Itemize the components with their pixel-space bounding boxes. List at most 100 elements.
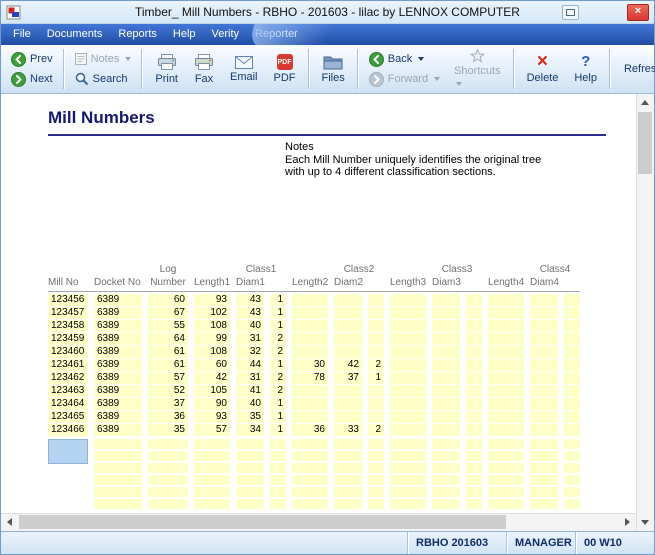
table-cell-empty[interactable] xyxy=(94,451,142,461)
table-cell[interactable] xyxy=(292,333,328,345)
table-cell-empty[interactable] xyxy=(432,451,460,461)
table-cell[interactable] xyxy=(488,424,524,436)
table-cell[interactable]: 6389 xyxy=(94,424,142,436)
table-cell[interactable] xyxy=(466,398,482,410)
table-cell[interactable]: 6389 xyxy=(94,359,142,371)
table-cell[interactable]: 2 xyxy=(270,346,286,358)
table-cell[interactable]: 67 xyxy=(148,307,188,319)
table-cell[interactable]: 6389 xyxy=(94,385,142,397)
table-cell[interactable] xyxy=(432,346,460,358)
table-cell[interactable] xyxy=(390,307,426,319)
table-cell[interactable] xyxy=(292,398,328,410)
table-cell-empty[interactable] xyxy=(488,487,524,497)
fax-button[interactable]: Fax xyxy=(186,46,222,92)
table-cell[interactable] xyxy=(390,398,426,410)
table-cell-empty[interactable] xyxy=(236,439,264,449)
table-cell[interactable] xyxy=(368,294,384,306)
selected-mill-no-cell[interactable] xyxy=(48,439,88,464)
table-cell-empty[interactable] xyxy=(94,439,142,449)
table-cell[interactable]: 43 xyxy=(236,294,264,306)
table-cell[interactable] xyxy=(390,385,426,397)
table-cell-empty[interactable] xyxy=(194,487,230,497)
table-cell[interactable] xyxy=(466,411,482,423)
table-cell[interactable] xyxy=(530,294,558,306)
table-cell[interactable]: 30 xyxy=(292,359,328,371)
menu-reports[interactable]: Reports xyxy=(110,24,165,45)
shortcuts-button[interactable]: Shortcuts xyxy=(446,46,508,92)
table-cell[interactable] xyxy=(488,398,524,410)
table-cell-empty[interactable] xyxy=(368,451,384,461)
vertical-scroll-thumb[interactable] xyxy=(638,112,652,174)
help-button[interactable]: ? Help xyxy=(566,46,605,92)
table-cell[interactable] xyxy=(530,320,558,332)
table-cell-empty[interactable] xyxy=(368,439,384,449)
table-cell[interactable]: 102 xyxy=(194,307,230,319)
table-cell[interactable]: 37 xyxy=(334,372,362,384)
table-cell-empty[interactable] xyxy=(292,499,328,509)
table-cell[interactable] xyxy=(530,424,558,436)
table-cell-empty[interactable] xyxy=(292,463,328,473)
table-cell-empty[interactable] xyxy=(432,487,460,497)
table-cell[interactable] xyxy=(488,372,524,384)
table-cell[interactable]: 6389 xyxy=(94,346,142,358)
table-cell[interactable]: 61 xyxy=(148,346,188,358)
table-cell[interactable]: 123462 xyxy=(48,372,88,384)
table-cell[interactable]: 64 xyxy=(148,333,188,345)
table-cell[interactable] xyxy=(564,333,580,345)
table-cell-empty[interactable] xyxy=(466,463,482,473)
table-cell-empty[interactable] xyxy=(236,499,264,509)
notes-button[interactable]: Notes xyxy=(71,51,136,68)
table-cell[interactable] xyxy=(292,294,328,306)
table-cell-empty[interactable] xyxy=(148,499,188,509)
table-cell-empty[interactable] xyxy=(236,475,264,485)
table-cell-empty[interactable] xyxy=(466,487,482,497)
table-cell-empty[interactable] xyxy=(236,487,264,497)
table-cell[interactable] xyxy=(530,372,558,384)
table-cell[interactable] xyxy=(466,372,482,384)
table-cell[interactable]: 36 xyxy=(292,424,328,436)
table-cell-empty[interactable] xyxy=(466,439,482,449)
table-cell[interactable] xyxy=(488,320,524,332)
table-cell-empty[interactable] xyxy=(194,439,230,449)
table-cell[interactable] xyxy=(466,359,482,371)
table-cell[interactable]: 2 xyxy=(270,333,286,345)
table-cell-empty[interactable] xyxy=(488,463,524,473)
table-cell[interactable] xyxy=(334,411,362,423)
table-cell-empty[interactable] xyxy=(564,499,580,509)
table-cell[interactable]: 2 xyxy=(270,372,286,384)
table-cell[interactable] xyxy=(390,320,426,332)
table-cell[interactable] xyxy=(368,346,384,358)
table-cell[interactable]: 6389 xyxy=(94,333,142,345)
table-cell-empty[interactable] xyxy=(564,463,580,473)
table-cell[interactable] xyxy=(334,385,362,397)
table-cell-empty[interactable] xyxy=(432,499,460,509)
table-cell[interactable]: 93 xyxy=(194,411,230,423)
table-cell[interactable]: 31 xyxy=(236,333,264,345)
table-cell[interactable] xyxy=(530,385,558,397)
table-cell[interactable] xyxy=(564,424,580,436)
table-cell[interactable]: 6389 xyxy=(94,307,142,319)
table-cell-empty[interactable] xyxy=(530,499,558,509)
table-cell-empty[interactable] xyxy=(194,451,230,461)
table-cell[interactable]: 34 xyxy=(236,424,264,436)
table-cell-empty[interactable] xyxy=(48,487,88,497)
table-cell-empty[interactable] xyxy=(432,439,460,449)
table-cell[interactable]: 36 xyxy=(148,411,188,423)
table-cell-empty[interactable] xyxy=(488,475,524,485)
table-cell[interactable]: 1 xyxy=(270,307,286,319)
table-cell-empty[interactable] xyxy=(94,487,142,497)
table-cell[interactable]: 1 xyxy=(270,320,286,332)
table-cell[interactable]: 90 xyxy=(194,398,230,410)
table-cell[interactable]: 108 xyxy=(194,320,230,332)
table-cell-empty[interactable] xyxy=(530,487,558,497)
table-cell-empty[interactable] xyxy=(334,463,362,473)
back-button[interactable]: Back xyxy=(365,51,444,68)
table-cell[interactable] xyxy=(564,346,580,358)
table-cell[interactable]: 123457 xyxy=(48,307,88,319)
table-cell-empty[interactable] xyxy=(564,487,580,497)
table-cell[interactable] xyxy=(466,333,482,345)
table-cell[interactable] xyxy=(292,307,328,319)
search-button[interactable]: Search xyxy=(71,71,136,88)
vertical-scrollbar[interactable] xyxy=(636,94,654,531)
table-cell[interactable] xyxy=(368,333,384,345)
